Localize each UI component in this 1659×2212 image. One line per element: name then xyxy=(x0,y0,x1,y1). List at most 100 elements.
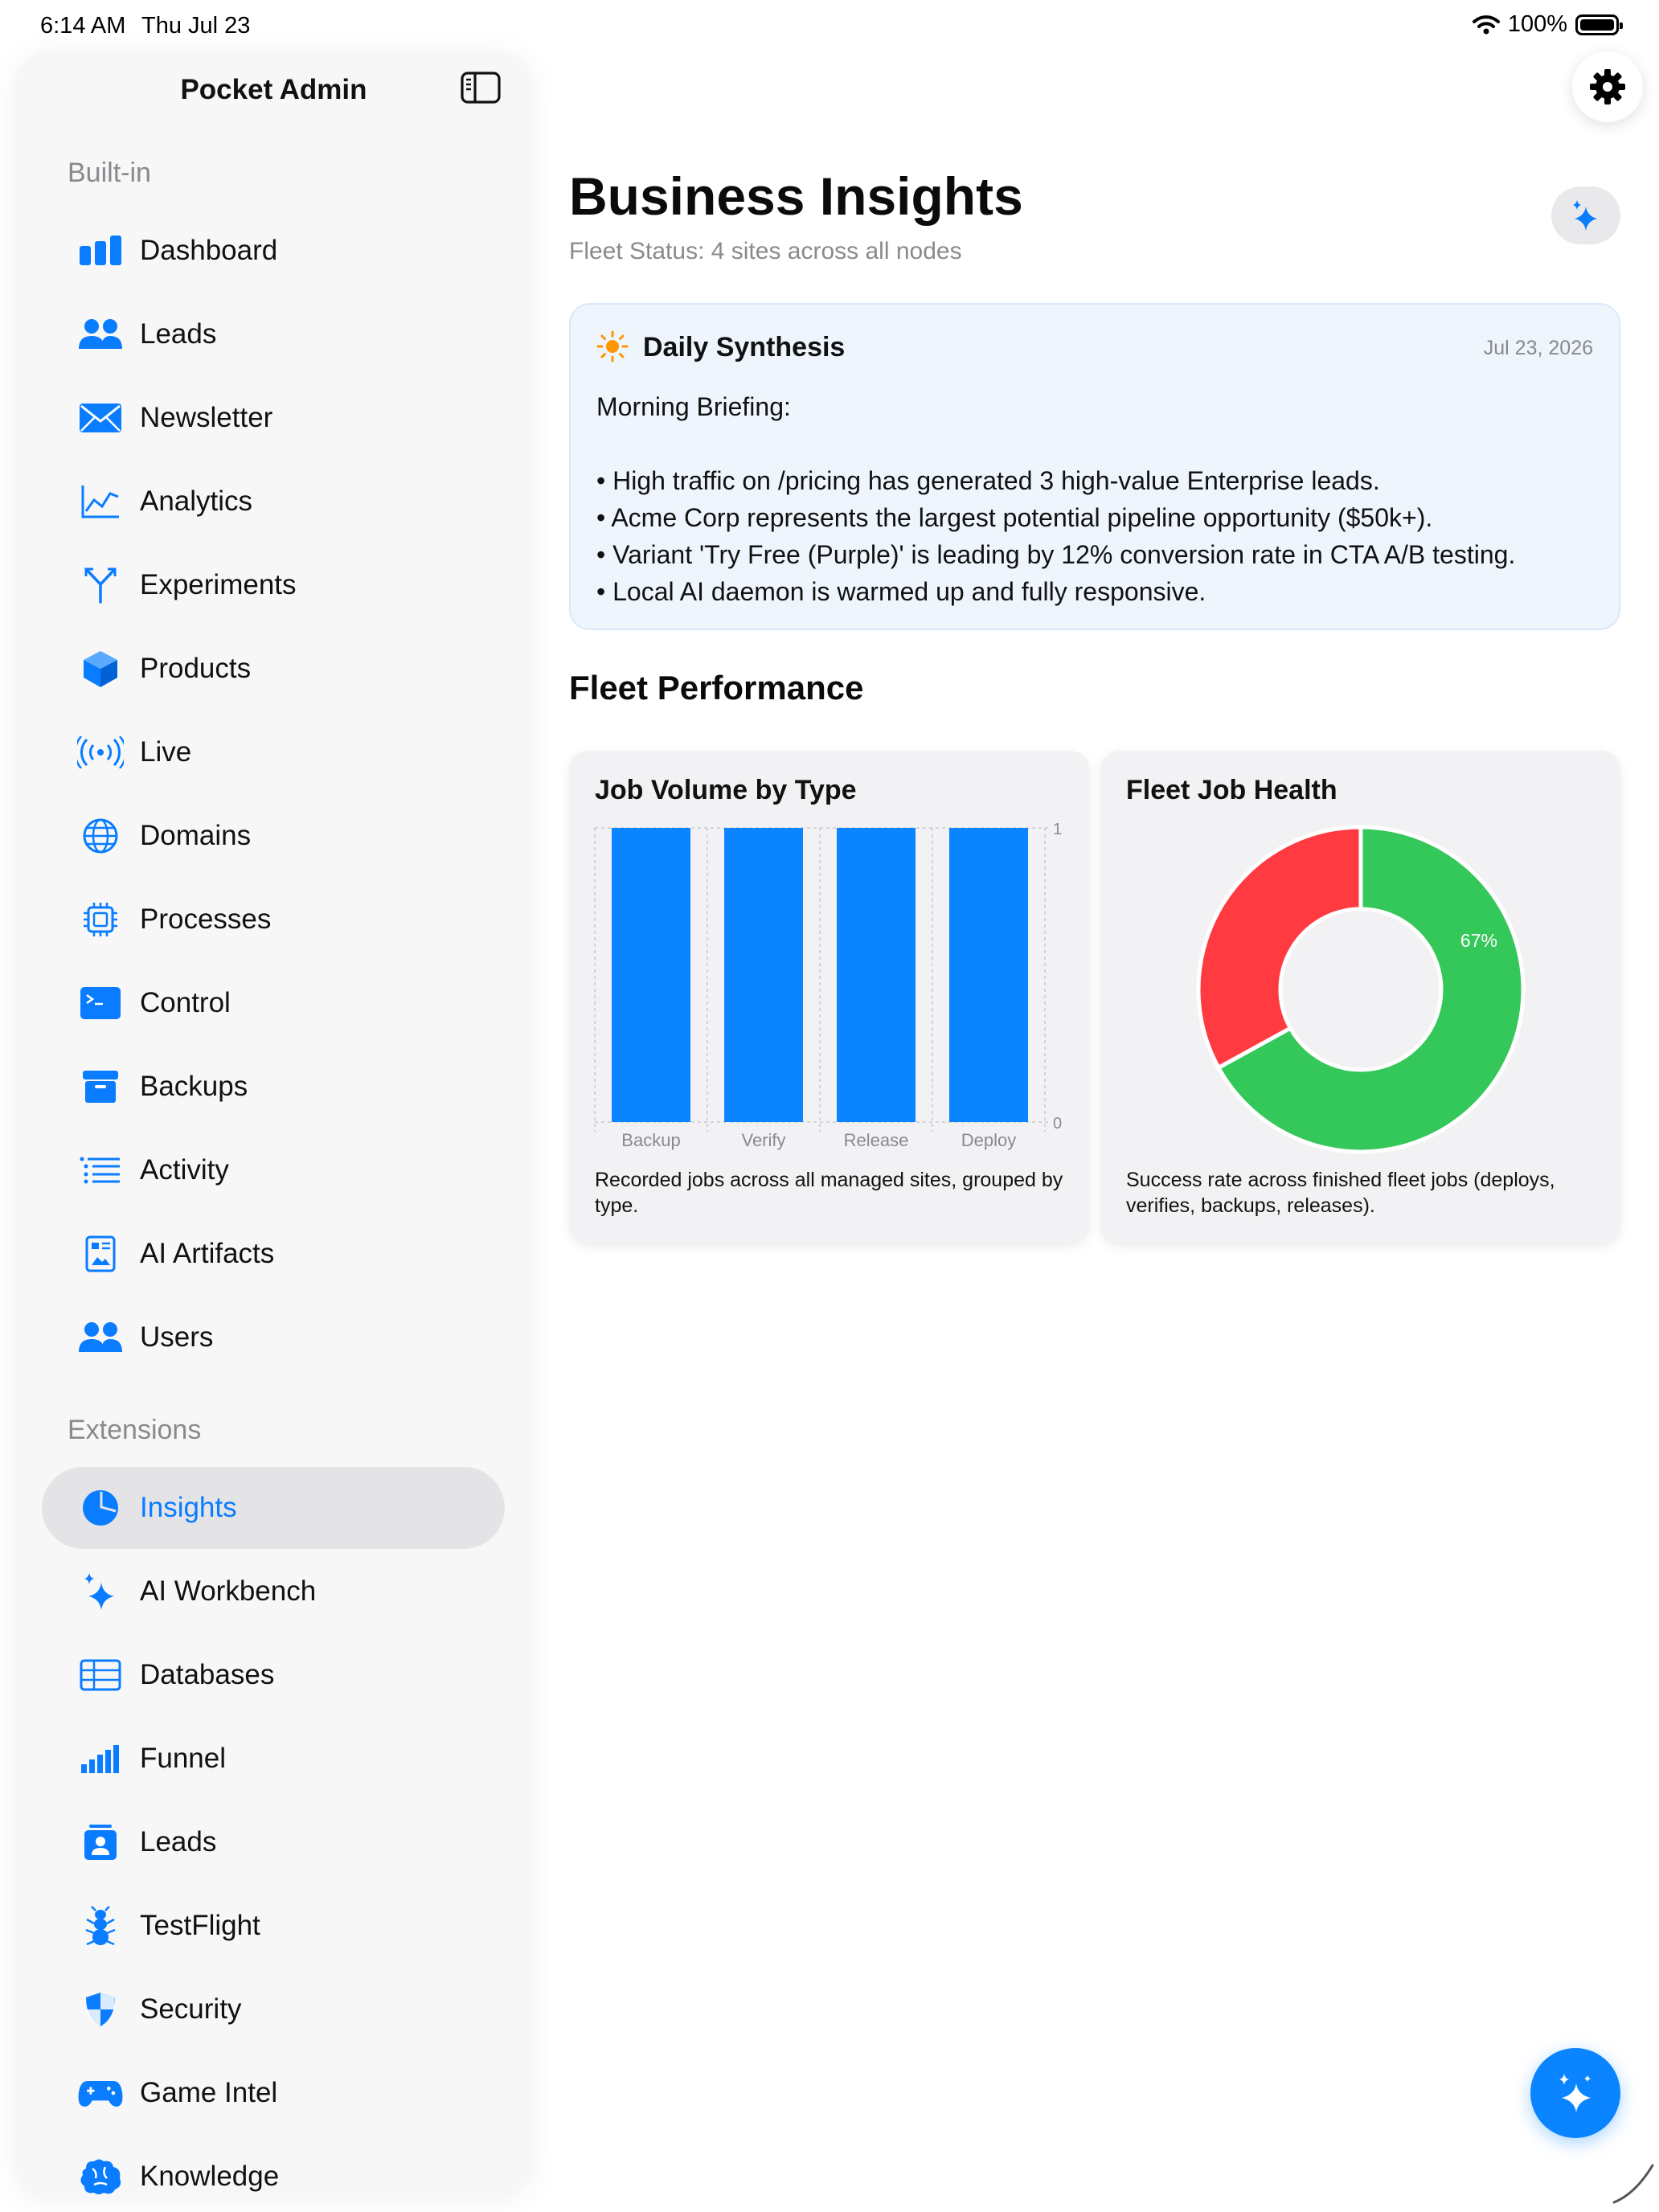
sidebar-toggle-icon[interactable] xyxy=(461,71,501,104)
sidebar-item-game-intel[interactable]: Game Intel xyxy=(42,2052,505,2134)
people-icon xyxy=(77,1314,124,1361)
job-health-chart: 67% xyxy=(1196,825,1526,1154)
sidebar-item-ai-workbench[interactable]: AI Workbench xyxy=(42,1550,505,1632)
sidebar-item-databases[interactable]: Databases xyxy=(42,1634,505,1716)
sun-icon xyxy=(596,330,629,363)
settings-button[interactable] xyxy=(1572,51,1643,122)
sidebar-item-leads-ext[interactable]: Leads xyxy=(42,1801,505,1883)
bars-ascending-icon xyxy=(77,1735,124,1782)
section-label-extensions: Extensions xyxy=(68,1415,202,1445)
table-icon xyxy=(77,1652,124,1698)
sidebar-item-label: Dashboard xyxy=(140,235,278,266)
job-volume-card: Job Volume by Type Backup Verify Release De… xyxy=(569,751,1089,1245)
synthesis-bullet: • Acme Corp represents the largest poten… xyxy=(596,503,1433,532)
sparkles-icon xyxy=(77,1568,124,1615)
ant-icon xyxy=(77,1903,124,1949)
cube-icon xyxy=(77,645,124,692)
synthesis-heading: Morning Briefing: xyxy=(596,392,791,421)
sidebar-item-label: Analytics xyxy=(140,485,253,517)
sidebar-item-label: AI Artifacts xyxy=(140,1238,275,1269)
sidebar-item-label: Leads xyxy=(140,1826,217,1858)
status-right: 100% xyxy=(1472,11,1623,38)
sidebar-item-activity[interactable]: Activity xyxy=(42,1129,505,1211)
y-tick-label: 1 xyxy=(1053,821,1062,838)
x-tick-label: Backup xyxy=(621,1130,680,1150)
sidebar-item-label: Game Intel xyxy=(140,2077,278,2108)
chart-caption: Success rate across finished fleet jobs … xyxy=(1126,1169,1555,1217)
pie-chart-icon xyxy=(77,1485,124,1531)
battery-icon xyxy=(1575,14,1623,35)
sidebar-item-products[interactable]: Products xyxy=(42,628,505,710)
list-icon xyxy=(77,1147,124,1194)
sidebar-item-dashboard[interactable]: Dashboard xyxy=(42,210,505,292)
sidebar-item-label: Security xyxy=(140,1993,242,2025)
sidebar-item-control[interactable]: Control xyxy=(42,962,505,1044)
sidebar-item-live[interactable]: Live xyxy=(42,711,505,793)
synthesis-spacer xyxy=(596,425,1601,462)
contact-card-icon xyxy=(77,1819,124,1866)
sidebar-item-users[interactable]: Users xyxy=(42,1296,505,1378)
synthesis-bullet: • Local AI daemon is warmed up and fully… xyxy=(596,577,1206,606)
x-tick-label: Verify xyxy=(741,1130,785,1150)
sidebar-item-label: AI Workbench xyxy=(140,1575,317,1607)
sidebar-item-label: Insights xyxy=(140,1492,237,1523)
synthesis-date: Jul 23, 2026 xyxy=(1483,337,1593,359)
sidebar-item-insights[interactable]: Insights xyxy=(42,1467,505,1549)
sidebar-item-label: Experiments xyxy=(140,569,297,600)
synthesis-body: Morning Briefing: • High traffic on /pri… xyxy=(596,388,1601,610)
synthesis-title: Daily Synthesis xyxy=(643,332,846,363)
sidebar-title: Pocket Admin xyxy=(180,74,367,105)
shield-icon xyxy=(77,1986,124,2033)
sidebar-item-funnel[interactable]: Funnel xyxy=(42,1718,505,1800)
line-chart-icon xyxy=(77,478,124,525)
job-health-card: Fleet Job Health 67% Success rate across… xyxy=(1100,751,1620,1245)
daily-synthesis-card: Daily Synthesis Jul 23, 2026 Morning Bri… xyxy=(569,303,1620,630)
section-title-fleet-performance: Fleet Performance xyxy=(569,669,864,707)
sparkles-icon xyxy=(1573,200,1597,231)
sidebar-item-label: Control xyxy=(140,987,231,1018)
people-icon xyxy=(77,311,124,358)
job-volume-chart: Backup Verify Release Deploy 1 0 xyxy=(594,821,1062,1150)
chart-caption: Recorded jobs across all managed sites, … xyxy=(595,1169,1063,1217)
donut-slice-failure xyxy=(1196,825,1363,1071)
chart-bar-icon xyxy=(77,227,124,274)
document-image-icon xyxy=(77,1231,124,1277)
sidebar-item-experiments[interactable]: Experiments xyxy=(42,544,505,626)
bar xyxy=(949,828,1028,1122)
sidebar-item-leads[interactable]: Leads xyxy=(42,293,505,375)
ai-assistant-fab[interactable] xyxy=(1530,2048,1620,2138)
sidebar-item-label: TestFlight xyxy=(140,1910,260,1941)
gamepad-icon xyxy=(77,2070,124,2116)
sidebar-item-label: Databases xyxy=(140,1659,275,1690)
cpu-icon xyxy=(77,896,124,943)
sidebar-item-label: Live xyxy=(140,736,192,768)
sidebar-item-label: Backups xyxy=(140,1071,248,1102)
broadcast-icon xyxy=(77,729,124,776)
y-tick-label: 0 xyxy=(1053,1115,1062,1133)
globe-icon xyxy=(77,813,124,859)
sidebar-item-analytics[interactable]: Analytics xyxy=(42,461,505,543)
synthesis-bullet: • Variant 'Try Free (Purple)' is leading… xyxy=(596,540,1516,569)
sidebar-item-testflight[interactable]: TestFlight xyxy=(42,1885,505,1967)
sidebar-item-label: Knowledge xyxy=(140,2161,280,2192)
status-time: 6:14 AM xyxy=(40,13,126,39)
sidebar-item-knowledge[interactable]: Knowledge xyxy=(42,2136,505,2198)
sidebar-item-backups[interactable]: Backups xyxy=(42,1046,505,1128)
ai-sparkles-button[interactable] xyxy=(1551,186,1620,244)
page-subtitle: Fleet Status: 4 sites across all nodes xyxy=(569,238,962,264)
x-tick-label: Release xyxy=(844,1130,909,1150)
sidebar-item-newsletter[interactable]: Newsletter xyxy=(42,377,505,459)
sidebar-item-label: Activity xyxy=(140,1154,229,1186)
archive-box-icon xyxy=(77,1063,124,1110)
pencil-scribble-icon xyxy=(1612,2164,1654,2204)
sidebar-item-security[interactable]: Security xyxy=(42,1968,505,2050)
sidebar-item-ai-artifacts[interactable]: AI Artifacts xyxy=(42,1213,505,1295)
sidebar-item-domains[interactable]: Domains xyxy=(42,795,505,877)
sparkles-icon xyxy=(1559,2074,1591,2112)
sidebar-item-processes[interactable]: Processes xyxy=(42,879,505,961)
sidebar-item-label: Users xyxy=(140,1321,214,1353)
status-date: Thu Jul 23 xyxy=(141,13,251,39)
bar xyxy=(837,828,916,1122)
page-title: Business Insights xyxy=(569,166,1023,226)
gear-icon xyxy=(1590,69,1625,104)
